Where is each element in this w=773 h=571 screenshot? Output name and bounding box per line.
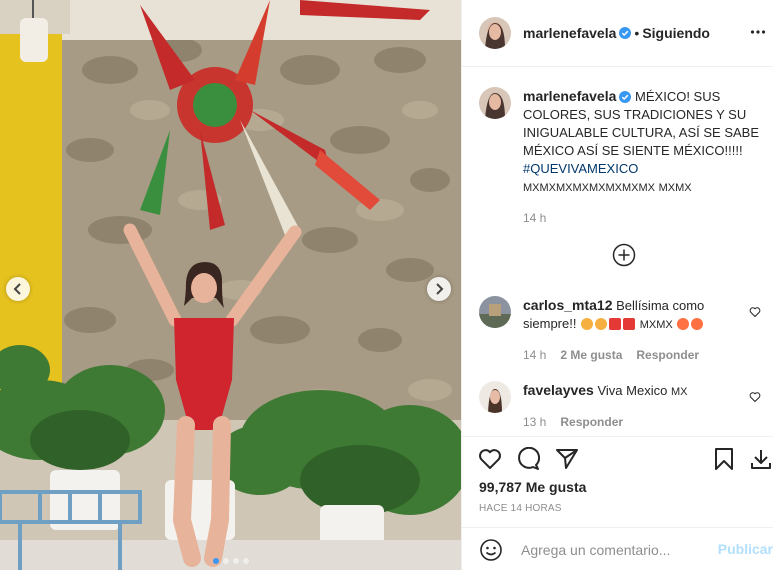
comment-item: carlos_mta12 Bellísima como siempre!! MX… xyxy=(479,296,767,364)
comment-body: carlos_mta12 Bellísima como siempre!! MX… xyxy=(523,296,743,364)
emoji-icon xyxy=(581,318,594,330)
emoji-icon xyxy=(595,318,608,330)
author-avatar-small[interactable] xyxy=(479,87,511,119)
post-photo[interactable] xyxy=(0,0,461,570)
share-icon[interactable] xyxy=(555,447,579,471)
comment-reply-button[interactable]: Responder xyxy=(636,346,699,364)
carousel-dot xyxy=(232,558,239,564)
caption-emoji-text: MXMXMXMXMXMXMXMX xyxy=(523,182,655,194)
caption-hashtag[interactable]: #QUEVIVAMEXICO xyxy=(523,161,638,176)
comment-username[interactable]: favelayves xyxy=(523,382,594,398)
comment-likes[interactable]: 2 Me gusta xyxy=(560,346,622,364)
chevron-right-icon xyxy=(436,283,444,295)
likes-count[interactable]: 99,787 Me gusta xyxy=(479,479,586,495)
heart-emoji-icon xyxy=(609,318,622,330)
comment-time[interactable]: 14 h xyxy=(523,346,546,364)
comment-icon[interactable] xyxy=(516,447,540,471)
caption-username[interactable]: marlenefavela xyxy=(523,88,616,104)
add-comment-bar: Publicar xyxy=(462,527,773,571)
post-time[interactable]: HACE 14 HORAS xyxy=(479,503,562,514)
comment-item: favelayves Viva Mexico MX 13 h Responder xyxy=(479,381,767,431)
comment-body: favelayves Viva Mexico MX 13 h Responder xyxy=(523,381,743,431)
caption-time[interactable]: 14 h xyxy=(523,209,767,227)
download-icon[interactable] xyxy=(749,447,773,471)
carousel-dot xyxy=(242,558,249,564)
carousel-dot xyxy=(212,558,219,564)
chevron-left-icon xyxy=(13,283,21,295)
comment-meta: 13 h Responder xyxy=(523,413,743,431)
emoji-icon[interactable] xyxy=(479,538,503,562)
heart-icon[interactable] xyxy=(749,391,761,403)
commenter-avatar[interactable] xyxy=(479,381,511,413)
verified-icon xyxy=(619,27,632,39)
comment-text: Viva Mexico xyxy=(597,383,668,398)
more-icon[interactable] xyxy=(750,24,766,40)
post-side-panel: marlenefavela • Siguiendo marlenefavela … xyxy=(461,0,773,570)
action-bar xyxy=(462,436,773,479)
comment-username[interactable]: carlos_mta12 xyxy=(523,297,613,313)
post-header: marlenefavela • Siguiendo xyxy=(462,0,773,67)
comment-meta: 14 h 2 Me gusta Responder xyxy=(523,346,743,364)
carousel-dots xyxy=(0,558,461,564)
caption-body: marlenefavela MÉXICO! SUS COLORES, SUS T… xyxy=(523,87,767,227)
post-caption: marlenefavela MÉXICO! SUS COLORES, SUS T… xyxy=(479,87,767,227)
photo-scene xyxy=(0,0,461,570)
heart-icon[interactable] xyxy=(478,447,502,471)
comment-time[interactable]: 13 h xyxy=(523,413,546,431)
author-avatar[interactable] xyxy=(479,17,511,49)
commenter-avatar[interactable] xyxy=(479,296,511,328)
fire-emoji-icon xyxy=(677,318,690,330)
verified-icon xyxy=(619,91,632,103)
fire-emoji-icon xyxy=(691,318,704,330)
header-separator: • xyxy=(634,25,640,41)
comment-trailing: MXMX xyxy=(639,319,673,331)
carousel-next-button[interactable] xyxy=(427,277,451,301)
comment-reply-button[interactable]: Responder xyxy=(560,413,623,431)
plus-circle-icon[interactable] xyxy=(612,243,636,267)
carousel-dot xyxy=(222,558,229,564)
publish-button[interactable]: Publicar xyxy=(718,541,773,557)
comment-input[interactable] xyxy=(519,540,713,559)
heart-emoji-icon xyxy=(623,318,636,330)
caption-emoji-text-2: MXMX xyxy=(658,182,692,194)
carousel-prev-button[interactable] xyxy=(6,277,30,301)
following-button[interactable]: Siguiendo xyxy=(642,25,710,41)
comment-trailing: MX xyxy=(670,386,688,398)
instagram-post: marlenefavela • Siguiendo marlenefavela … xyxy=(0,0,773,570)
heart-icon[interactable] xyxy=(749,306,761,318)
author-username[interactable]: marlenefavela xyxy=(523,25,616,41)
bookmark-icon[interactable] xyxy=(712,447,736,471)
